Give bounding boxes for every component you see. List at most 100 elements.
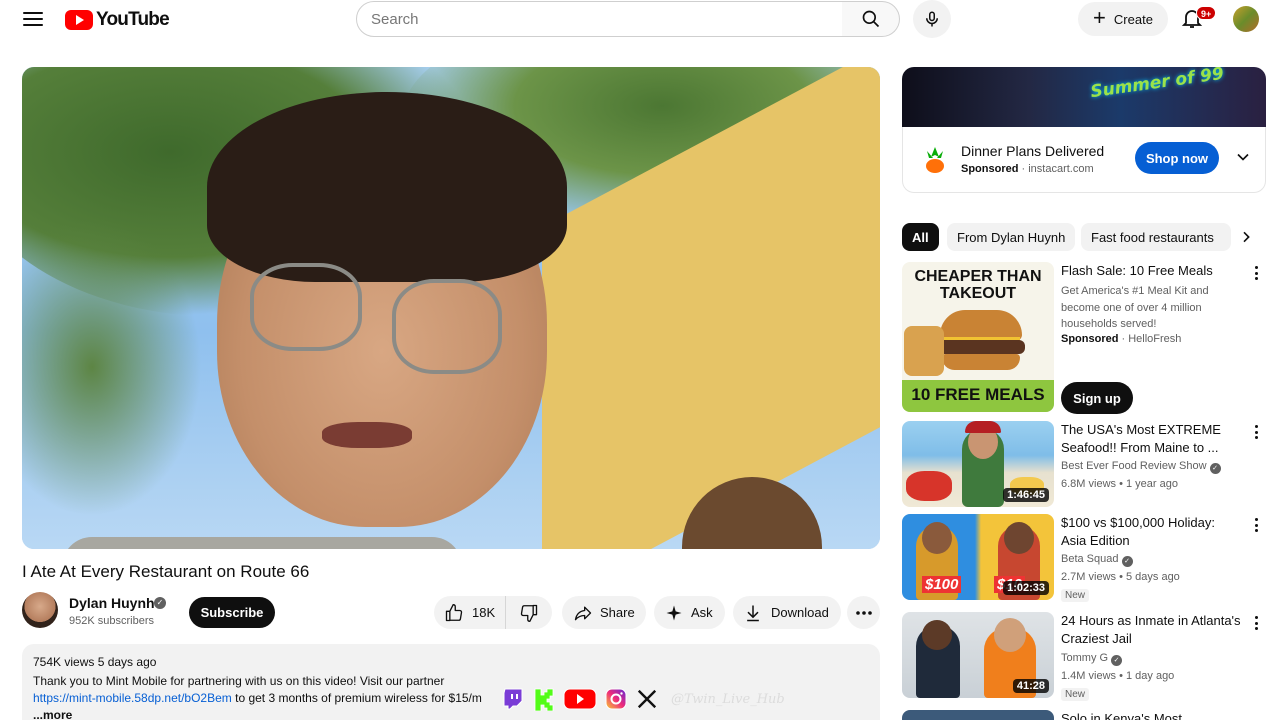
recommendation-item[interactable]: Solo in Kenya's Most Dangerous <box>902 710 1266 720</box>
more-vertical-icon[interactable] <box>1253 614 1259 632</box>
rec-channel[interactable]: Beta Squad ✓ <box>1061 553 1133 567</box>
ask-button[interactable]: Ask <box>654 596 725 629</box>
verified-icon: ✓ <box>154 597 166 609</box>
more-vertical-icon[interactable] <box>1253 423 1259 441</box>
rec-title[interactable]: 24 Hours as Inmate in Atlanta's Craziest… <box>1061 612 1241 648</box>
rec-title[interactable]: The USA's Most EXTREME Seafood!! From Ma… <box>1061 421 1241 457</box>
sparkle-icon <box>666 605 682 620</box>
share-button[interactable]: Share <box>562 596 646 629</box>
rec-title[interactable]: $100 vs $100,000 Holiday: Asia Edition <box>1061 514 1241 550</box>
chips-next-button[interactable] <box>1232 223 1260 251</box>
recommendation-item[interactable]: $100 $10 1:02:33 $100 vs $100,000 Holida… <box>902 514 1266 602</box>
youtube-logo[interactable]: YouTube <box>65 9 170 31</box>
share-icon <box>574 606 592 620</box>
chevron-down-icon[interactable] <box>1233 147 1253 167</box>
video-thumbnail[interactable]: $100 $10 1:02:33 <box>902 514 1054 600</box>
search-icon <box>862 10 879 28</box>
voice-search-button[interactable] <box>913 0 951 38</box>
download-label: Download <box>771 605 829 620</box>
video-duration: 1:02:33 <box>1003 581 1049 595</box>
youtube-logo-icon <box>65 10 93 30</box>
rec-meta: 6.8M views • 1 year ago <box>1061 478 1178 490</box>
search-input[interactable] <box>356 1 843 37</box>
ad-banner-text: Summer of 99 <box>1089 67 1226 103</box>
download-button[interactable]: Download <box>733 596 841 629</box>
account-avatar[interactable] <box>1233 6 1259 32</box>
description-link[interactable]: https://mint-mobile.58dp.net/bO2Bem <box>33 691 232 705</box>
ad-sponsored-label: Sponsored <box>961 163 1019 175</box>
recommendation-item[interactable]: 1:46:45 The USA's Most EXTREME Seafood!!… <box>902 421 1266 507</box>
dislike-button[interactable] <box>506 596 552 629</box>
search-button[interactable] <box>842 1 900 37</box>
new-badge: New <box>1061 589 1090 602</box>
rec-title[interactable]: Solo in Kenya's Most Dangerous <box>1061 710 1241 720</box>
rec-channel[interactable]: Tommy G ✓ <box>1061 652 1123 666</box>
rec-ad-description: Get America's #1 Meal Kit and become one… <box>1061 285 1209 330</box>
video-duration: 1:46:45 <box>1003 488 1049 502</box>
ad-domain: instacart.com <box>1028 163 1094 175</box>
video-title: I Ate At Every Restaurant on Route 66 <box>22 562 310 581</box>
notification-badge: 9+ <box>1196 6 1217 20</box>
share-label: Share <box>600 605 635 620</box>
video-thumbnail[interactable]: 41:28 <box>902 612 1054 698</box>
rec-channel[interactable]: Best Ever Food Review Show ✓ <box>1061 460 1221 474</box>
description-line-2-text: to get 3 months of premium wireless for … <box>231 691 482 705</box>
description-meta: 754K views 5 days ago <box>33 655 157 669</box>
rec-meta: 2.7M views • 5 days ago <box>1061 571 1180 583</box>
mic-icon <box>926 11 938 27</box>
thumbnail-headline: CHEAPER THAN TAKEOUT <box>914 268 1042 302</box>
rec-sponsored-label: Sponsored <box>1061 333 1119 345</box>
ad-banner[interactable]: Summer of 99 <box>902 67 1266 127</box>
kick-icon <box>531 686 557 712</box>
like-icon <box>445 603 463 621</box>
subscriber-count: 952K subscribers <box>69 615 154 627</box>
chip-fast-food[interactable]: Fast food restaurants <box>1081 223 1231 251</box>
like-count: 18K <box>472 605 496 620</box>
x-icon <box>634 686 660 712</box>
shop-now-button[interactable]: Shop now <box>1135 142 1219 174</box>
create-button[interactable]: + Create <box>1078 2 1168 36</box>
menu-icon[interactable] <box>20 8 46 30</box>
youtube-icon <box>562 686 598 712</box>
recommendation-item[interactable]: 41:28 24 Hours as Inmate in Atlanta's Cr… <box>902 612 1266 701</box>
download-icon <box>747 605 759 621</box>
instagram-icon <box>603 686 629 712</box>
chip-from-channel[interactable]: From Dylan Huynh <box>947 223 1076 251</box>
ad-meta: Sponsored · instacart.com <box>961 163 1094 175</box>
sponsored-recommendation[interactable]: CHEAPER THAN TAKEOUT 10 FREE MEALS Flash… <box>902 262 1266 417</box>
channel-avatar[interactable] <box>22 592 58 628</box>
top-bar: YouTube + Create 9+ <box>0 0 1280 40</box>
thumbnail-label-left: $100 <box>922 576 962 593</box>
rec-title[interactable]: Flash Sale: 10 Free Meals <box>1061 262 1241 280</box>
logo-text: YouTube <box>96 9 170 30</box>
more-vertical-icon[interactable] <box>1253 516 1259 534</box>
new-badge: New <box>1061 688 1090 701</box>
social-overlay: @Twin_Live_Hub <box>500 686 785 712</box>
sign-up-button[interactable]: Sign up <box>1061 382 1133 414</box>
more-actions-button[interactable] <box>847 596 880 629</box>
more-horizontal-icon <box>855 610 872 615</box>
create-label: Create <box>1113 11 1153 27</box>
more-vertical-icon[interactable] <box>1253 264 1259 282</box>
ad-card[interactable]: Dinner Plans Delivered Sponsored · insta… <box>902 127 1266 193</box>
like-dislike-group: 18K <box>434 596 552 629</box>
rec-advertiser: HelloFresh <box>1128 333 1182 345</box>
social-handle: @Twin_Live_Hub <box>671 691 785 707</box>
video-thumbnail[interactable]: 1:46:45 <box>902 421 1054 507</box>
channel-name[interactable]: Dylan Huynh <box>69 595 155 611</box>
instacart-logo-icon <box>926 147 944 173</box>
chevron-right-icon <box>1243 231 1250 243</box>
chip-all[interactable]: All <box>902 223 939 251</box>
verified-icon: ✓ <box>1121 556 1133 567</box>
video-duration: 41:28 <box>1012 679 1049 693</box>
rec-ad-meta: Sponsored · HelloFresh <box>1061 333 1182 345</box>
ask-label: Ask <box>691 605 713 620</box>
subscribe-button[interactable]: Subscribe <box>189 597 275 628</box>
video-player[interactable] <box>22 67 880 549</box>
video-thumbnail[interactable] <box>902 710 1054 720</box>
ad-title: Dinner Plans Delivered <box>961 143 1105 159</box>
verified-icon: ✓ <box>1209 463 1221 474</box>
video-thumbnail[interactable]: CHEAPER THAN TAKEOUT 10 FREE MEALS <box>902 262 1054 412</box>
like-button[interactable]: 18K <box>434 596 506 629</box>
verified-icon: ✓ <box>1111 655 1123 666</box>
